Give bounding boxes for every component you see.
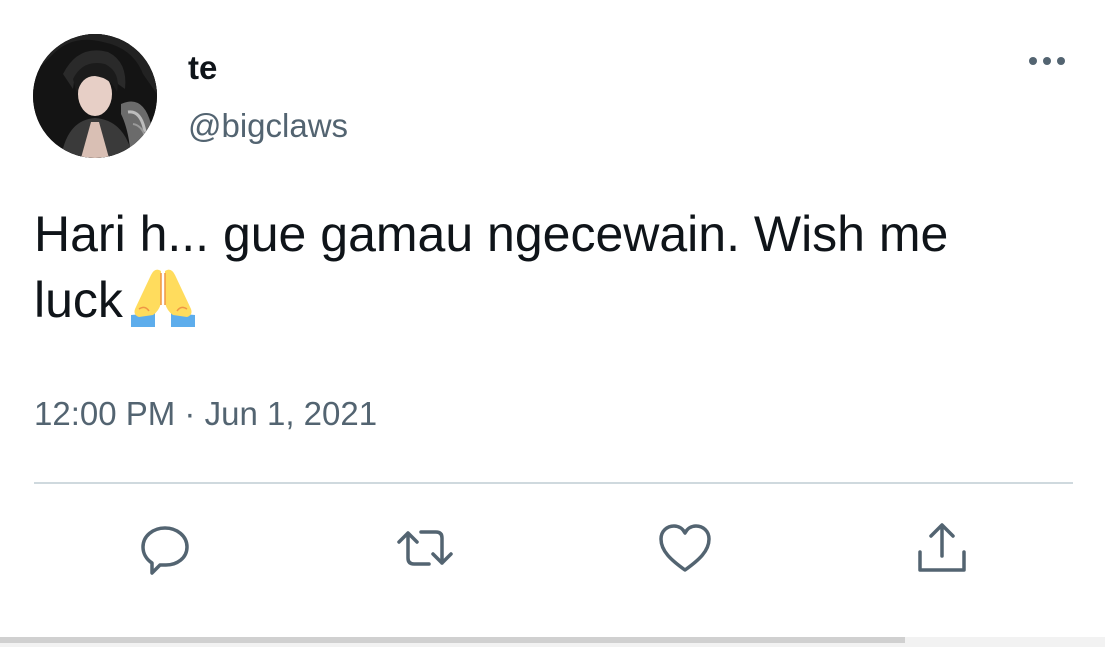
bottom-edge — [0, 637, 1105, 647]
share-icon — [918, 523, 966, 572]
retweet-button[interactable] — [395, 518, 455, 578]
tweet-card: te @bigclaws Hari h... gue gamau ngecewa… — [0, 0, 1105, 647]
display-name[interactable]: te — [188, 48, 217, 88]
divider — [34, 482, 1073, 484]
like-button[interactable] — [655, 518, 715, 578]
tweet-time[interactable]: 12:00 PM — [34, 395, 175, 432]
more-options-button[interactable] — [1022, 50, 1072, 72]
profile-photo-icon — [33, 34, 157, 158]
share-button[interactable] — [912, 518, 972, 578]
retweet-icon — [397, 530, 453, 566]
reply-icon — [141, 526, 189, 575]
tweet-text: Hari h... gue gamau ngecewain. Wish me l… — [34, 203, 1034, 331]
folded-hands-emoji-icon — [125, 265, 201, 327]
meta-separator: · — [184, 395, 196, 432]
like-icon — [659, 524, 711, 572]
handle[interactable]: @bigclaws — [188, 106, 348, 146]
reply-button[interactable] — [135, 518, 195, 578]
more-options-icon — [1029, 57, 1065, 65]
avatar[interactable] — [33, 34, 157, 158]
bottom-edge-shade — [0, 637, 905, 643]
tweet-meta: 12:00 PM · Jun 1, 2021 — [34, 394, 377, 434]
tweet-date[interactable]: Jun 1, 2021 — [205, 395, 377, 432]
